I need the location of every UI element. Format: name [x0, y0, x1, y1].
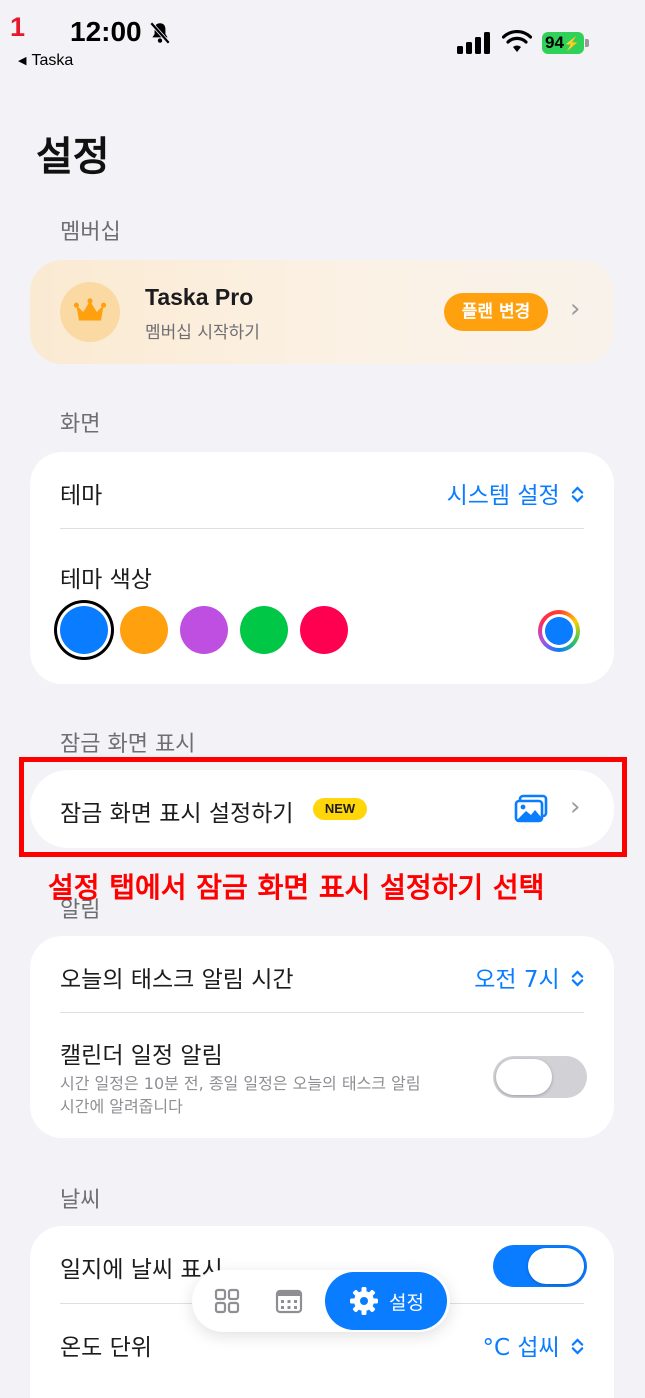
calendar-alarm-toggle[interactable]	[493, 1056, 587, 1098]
chevron-up-down-icon	[571, 970, 584, 987]
temperature-unit-value: °C 섭씨	[482, 1335, 560, 1361]
bell-slash-icon	[149, 21, 171, 45]
battery-cap	[585, 39, 589, 47]
chevron-right-icon: ›	[570, 294, 581, 324]
chevron-up-down-icon	[571, 1338, 584, 1355]
divider	[60, 1012, 584, 1013]
journal-weather-toggle[interactable]	[493, 1245, 587, 1287]
gear-icon	[350, 1287, 378, 1315]
change-plan-button[interactable]: 플랜 변경	[444, 293, 548, 331]
section-header-display: 화면	[60, 412, 101, 437]
membership-subtitle: 멤버십 시작하기	[145, 323, 260, 343]
theme-color-swatch[interactable]	[300, 606, 348, 654]
tab-grid-icon[interactable]	[214, 1288, 240, 1314]
task-alarm-value: 오전 7시	[474, 967, 560, 993]
calendar-alarm-description: 시간 일정은 10분 전, 종일 일정은 오늘의 태스크 알림 시간에 알려줍니…	[60, 1074, 421, 1116]
theme-color-swatch[interactable]	[240, 606, 288, 654]
theme-color-swatch[interactable]	[120, 606, 168, 654]
toggle-knob	[528, 1248, 584, 1284]
divider	[60, 528, 584, 529]
section-header-membership: 멤버십	[60, 220, 121, 245]
theme-color-label: 테마 색상	[60, 567, 152, 593]
custom-color-picker[interactable]	[538, 610, 580, 652]
back-to-app-link[interactable]: ◀ Taska	[18, 52, 73, 70]
membership-title: Taska Pro	[145, 284, 254, 310]
crown-badge	[60, 282, 120, 342]
back-triangle-icon: ◀	[18, 55, 27, 67]
chevron-up-down-icon	[571, 486, 584, 503]
temperature-unit-selector[interactable]: °C 섭씨	[482, 1328, 584, 1362]
theme-color-swatch[interactable]	[60, 606, 108, 654]
theme-label: 테마	[60, 483, 103, 509]
theme-value: 시스템 설정	[446, 483, 560, 509]
crown-icon	[73, 298, 107, 321]
calendar-alarm-label: 캘린더 일정 알림	[60, 1043, 223, 1069]
tab-calendar-icon[interactable]	[275, 1288, 303, 1314]
notifications-card: 오늘의 태스크 알림 시간 오전 7시 캘린더 일정 알림 시간 일정은 10분…	[30, 936, 614, 1138]
section-header-weather: 날씨	[60, 1188, 101, 1213]
instruction-caption: 설정 탭에서 잠금 화면 표시 설정하기 선택	[48, 871, 545, 904]
theme-color-swatch[interactable]	[180, 606, 228, 654]
wifi-icon	[502, 30, 532, 52]
cellular-signal-icon	[457, 32, 490, 54]
floating-tab-bar: 설정	[192, 1270, 450, 1332]
temperature-unit-label: 온도 단위	[60, 1335, 152, 1361]
tab-settings[interactable]: 설정	[325, 1272, 447, 1330]
task-alarm-time-selector[interactable]: 오전 7시	[474, 960, 584, 994]
journal-weather-label: 일지에 날씨 표시	[60, 1257, 223, 1283]
page-title: 설정	[36, 134, 110, 180]
battery-indicator: 94⚡	[542, 32, 590, 54]
display-card: 테마 시스템 설정 테마 색상	[30, 452, 614, 684]
section-header-lock-screen: 잠금 화면 표시	[60, 732, 196, 757]
task-alarm-label: 오늘의 태스크 알림 시간	[60, 967, 294, 993]
theme-selector[interactable]: 시스템 설정	[447, 476, 584, 510]
back-app-label: Taska	[31, 52, 74, 69]
tab-settings-label: 설정	[389, 1292, 424, 1314]
toggle-knob	[496, 1059, 552, 1095]
battery-level: 94⚡	[542, 32, 584, 54]
highlight-box	[19, 757, 627, 857]
step-number: 1	[10, 12, 26, 42]
membership-card[interactable]: Taska Pro 멤버십 시작하기 플랜 변경 ›	[30, 260, 614, 364]
status-time: 12:00	[70, 16, 142, 47]
